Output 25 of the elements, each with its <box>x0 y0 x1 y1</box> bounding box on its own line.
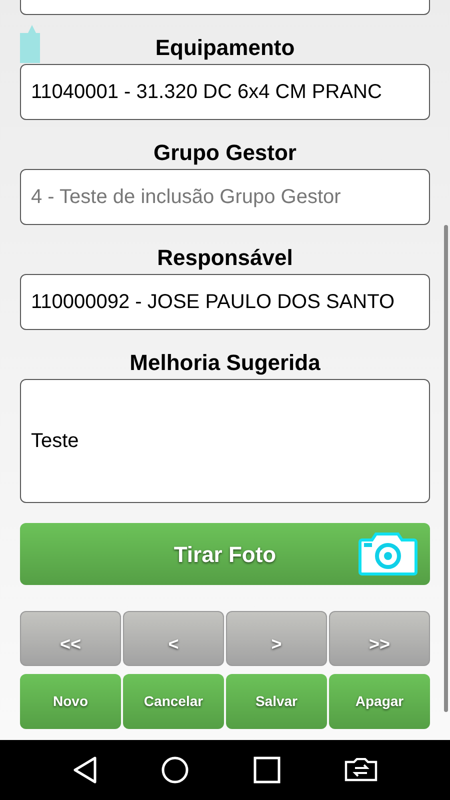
field-label: Equipamento <box>155 34 295 62</box>
field-label: Grupo Gestor <box>153 139 296 167</box>
action-button[interactable]: Apagar <box>329 674 430 729</box>
camera-icon <box>358 532 418 576</box>
back-icon[interactable] <box>72 756 98 784</box>
nav-button[interactable]: << <box>20 611 121 666</box>
text-field[interactable]: 4 - Teste de inclusão Grupo Gestor <box>20 169 430 225</box>
recents-icon[interactable] <box>252 756 281 784</box>
action-button[interactable]: Salvar <box>226 674 327 729</box>
action-button[interactable]: Cancelar <box>123 674 224 729</box>
text-cursor-handle[interactable] <box>20 25 40 63</box>
text-area[interactable]: Teste <box>20 379 430 503</box>
take-photo-button[interactable]: Tirar Foto <box>20 523 430 585</box>
scrollbar[interactable] <box>444 225 448 712</box>
home-icon[interactable] <box>161 756 190 784</box>
field-label: Melhoria Sugerida <box>130 349 320 377</box>
text-field[interactable] <box>20 0 430 15</box>
text-field[interactable]: 110000092 - JOSE PAULO DOS SANTO <box>20 274 430 330</box>
nav-button[interactable]: > <box>226 611 327 666</box>
text-field[interactable]: 11040001 - 31.320 DC 6x4 CM PRANC <box>20 64 430 120</box>
action-button[interactable]: Novo <box>20 674 121 729</box>
nav-button[interactable]: >> <box>329 611 430 666</box>
nav-button[interactable]: < <box>123 611 224 666</box>
field-label: Responsável <box>157 244 293 272</box>
screen-rotate-icon[interactable] <box>344 758 378 782</box>
